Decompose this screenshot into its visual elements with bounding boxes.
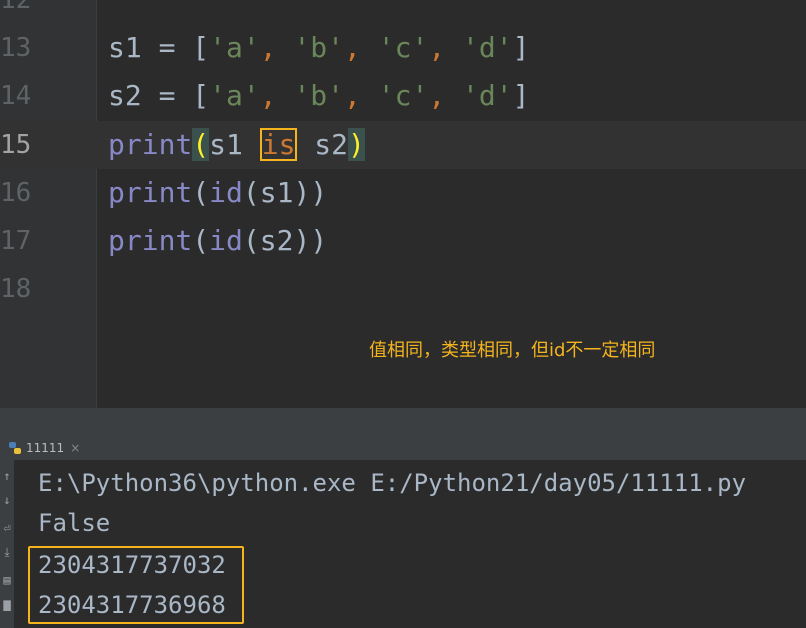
trash-icon[interactable]: ▆ (0, 596, 14, 612)
close-icon[interactable]: × (70, 441, 80, 455)
arrow-up-icon[interactable]: ↑ (0, 468, 14, 484)
line-number: 13 (0, 33, 30, 63)
code-line[interactable]: 18 (0, 265, 806, 313)
code-text: print(id(s2)) (108, 224, 328, 257)
code-editor[interactable]: 12 13 s1 = ['a', 'b', 'c', 'd'] 14 s2 = … (0, 0, 806, 408)
line-number: 18 (0, 274, 30, 304)
code-text: s2 = ['a', 'b', 'c', 'd'] (108, 79, 530, 112)
code-text: print(id(s1)) (108, 176, 328, 209)
line-number: 17 (0, 226, 30, 256)
arrow-down-icon[interactable]: ↓ (0, 492, 14, 508)
code-text: s1 = ['a', 'b', 'c', 'd'] (108, 31, 530, 64)
console-toolbar: ↑ ↓ ⏎ ⤓ ▤ ▆ (0, 460, 14, 628)
run-tab-bar: 11111 × (0, 434, 806, 461)
id-output-highlight (28, 546, 244, 624)
line-number: 12 (0, 0, 30, 15)
soft-wrap-icon[interactable]: ⏎ (0, 520, 14, 536)
print-icon[interactable]: ▤ (0, 572, 14, 588)
console-line: False (38, 509, 111, 537)
scroll-to-end-icon[interactable]: ⤓ (0, 544, 14, 560)
run-console[interactable]: ↑ ↓ ⏎ ⤓ ▤ ▆ E:\Python36\python.exe E:/Py… (0, 460, 806, 628)
line-number: 14 (0, 81, 30, 111)
line-number: 16 (0, 178, 30, 208)
console-line: E:\Python36\python.exe E:/Python21/day05… (38, 469, 747, 497)
line-number: 15 (0, 130, 30, 160)
code-line[interactable]: 14 s2 = ['a', 'b', 'c', 'd'] (0, 72, 806, 120)
code-line-current[interactable]: 15 print(s1 is s2) (0, 121, 806, 169)
code-line[interactable]: 16 print(id(s1)) (0, 169, 806, 217)
code-line[interactable]: 12 (0, 0, 806, 24)
annotation-text: 值相同，类型相同，但id不一定相同 (369, 340, 656, 361)
code-line[interactable]: 13 s1 = ['a', 'b', 'c', 'd'] (0, 24, 806, 72)
run-tab[interactable]: 11111 × (8, 438, 80, 458)
code-text: print(s1 is s2) (108, 128, 365, 161)
panel-divider[interactable] (0, 408, 806, 434)
run-tab-label: 11111 (26, 441, 65, 455)
matched-paren: ) (348, 128, 365, 161)
code-line[interactable]: 17 print(id(s2)) (0, 217, 806, 265)
is-keyword-highlight: is (259, 128, 298, 161)
matched-paren: ( (192, 128, 210, 161)
python-icon (8, 441, 22, 455)
